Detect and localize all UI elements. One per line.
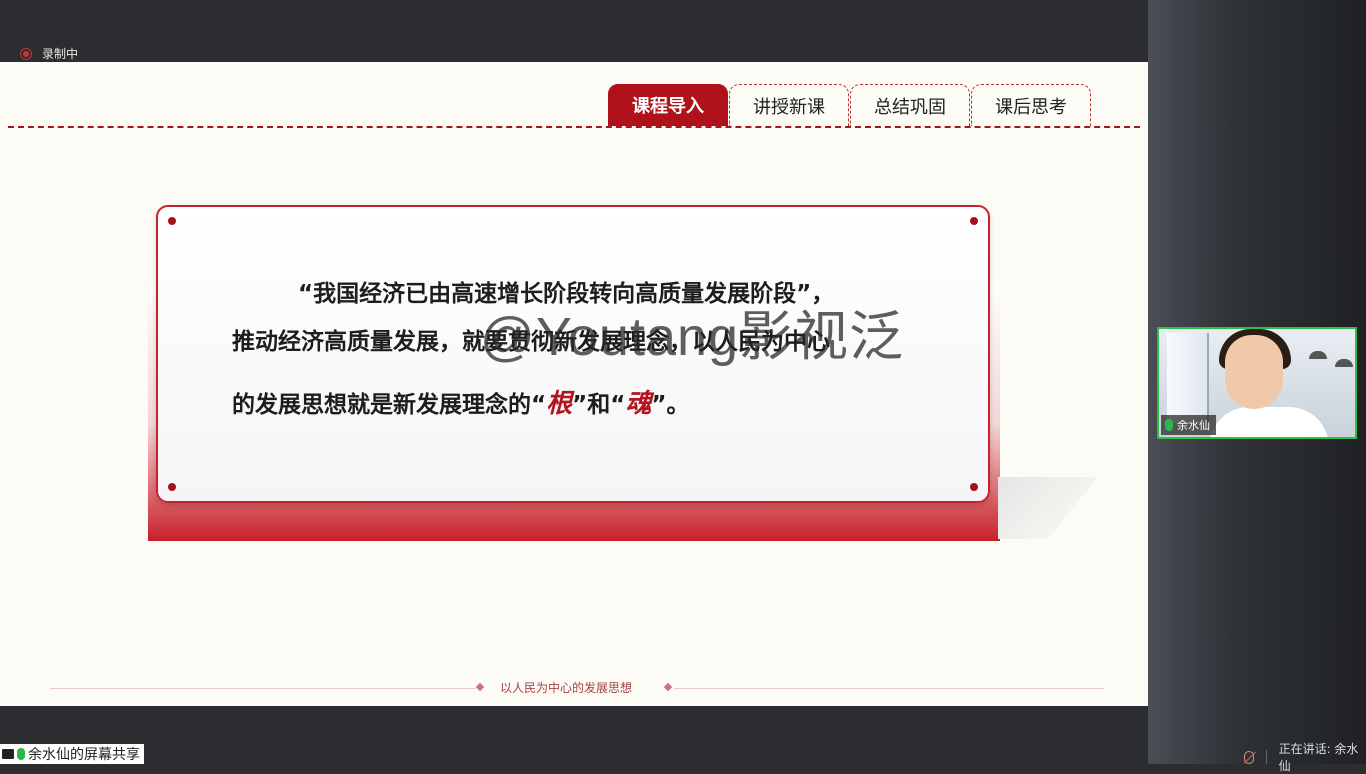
corner-dot [168, 217, 176, 225]
corner-dot [168, 483, 176, 491]
tab-new-lesson[interactable]: 讲授新课 [729, 84, 849, 126]
screen-share-icon [2, 749, 14, 759]
corner-dot [970, 217, 978, 225]
highlight-root: 根 [546, 389, 573, 419]
corner-dot [970, 483, 978, 491]
quote-line-3-mid: ”和“ [572, 392, 626, 418]
speaking-label: 正在讲话: 余水仙 [1278, 742, 1359, 773]
quote-line-3-post: ”。 [651, 392, 690, 418]
footer-line-left [50, 688, 476, 689]
slide-footer: 以人民为中心的发展思想 [0, 674, 1148, 704]
quote-line-3: 的发展思想就是新发展理念的“根”和“魂”。 [232, 375, 932, 434]
participant-name: 余水仙 [1177, 419, 1210, 432]
participant-body [1209, 407, 1329, 437]
tab-summary[interactable]: 总结巩固 [850, 84, 970, 126]
quote-card: “我国经济已由高速增长阶段转向高质量发展阶段”， 推动经济高质量发展，就要贯彻新… [148, 205, 1098, 541]
footer-line-right [674, 688, 1104, 689]
top-bar: 录制中 [0, 0, 1148, 62]
watermark: @Youtang影视泛 [480, 307, 905, 367]
participant-face [1225, 335, 1283, 409]
screen-share-text: 余水仙的屏幕共享 [28, 747, 140, 763]
tab-after-class[interactable]: 课后思考 [971, 84, 1091, 126]
lamp-shape [1309, 351, 1327, 359]
diamond-icon [475, 682, 485, 692]
participant-video[interactable]: 余水仙 [1157, 327, 1357, 439]
header-divider [8, 126, 1140, 128]
background-window [1167, 333, 1209, 423]
screen-share-label: 余水仙的屏幕共享 [0, 744, 144, 764]
slide-tabs: 课程导入 讲授新课 总结巩固 课后思考 [608, 84, 1092, 126]
footer-title: 以人民为中心的发展思想 [500, 681, 633, 695]
card-shadow [998, 477, 1098, 539]
video-name-tag: 余水仙 [1161, 415, 1216, 435]
mic-muted-icon[interactable] [1244, 750, 1254, 764]
highlight-soul: 魂 [625, 389, 652, 419]
divider [1265, 750, 1267, 764]
mic-icon [17, 748, 25, 760]
mic-icon [1165, 419, 1173, 431]
recording-indicator: 录制中 [20, 45, 78, 62]
shared-slide: 课程导入 讲授新课 总结巩固 课后思考 “我国经济已由高速增长阶段转向高质量发展… [0, 62, 1148, 706]
recording-label: 录制中 [42, 47, 79, 61]
bottom-bar [0, 706, 1148, 764]
speaking-indicator: 正在讲话: 余水仙 [1244, 740, 1366, 774]
record-icon [20, 47, 32, 60]
lamp-shape [1335, 359, 1353, 367]
diamond-icon [663, 682, 673, 692]
quote-line-3-pre: 的发展思想就是新发展理念的“ [232, 392, 547, 418]
tab-course-intro[interactable]: 课程导入 [608, 84, 728, 126]
